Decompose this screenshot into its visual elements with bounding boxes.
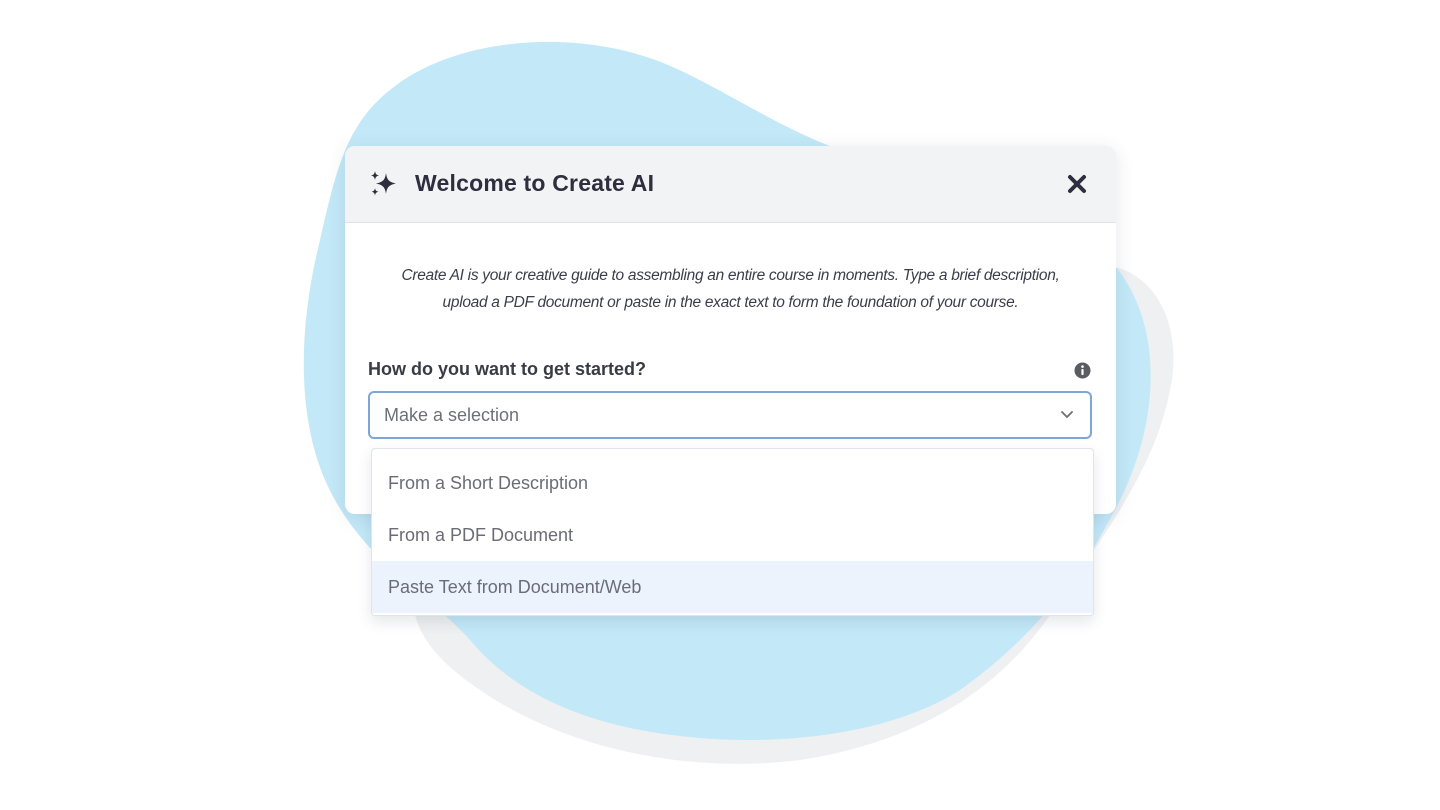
modal-title: Welcome to Create AI (415, 170, 655, 196)
select-dropdown-menu: From a Short Description From a PDF Docu… (371, 448, 1094, 616)
option-paste-text[interactable]: Paste Text from Document/Web (372, 561, 1093, 613)
option-short-description[interactable]: From a Short Description (372, 457, 1093, 509)
select-placeholder: Make a selection (384, 405, 520, 425)
chevron-down-icon (1061, 411, 1073, 418)
sparkles-icon (371, 171, 396, 196)
start-method-select[interactable]: Make a selection (368, 391, 1092, 439)
option-label: From a Short Description (388, 473, 589, 493)
option-pdf-document[interactable]: From a PDF Document (372, 509, 1093, 561)
close-icon[interactable] (1063, 170, 1091, 198)
question-label: How do you want to get started? (368, 359, 646, 379)
stage: Welcome to Create AI Create AI is your c… (0, 0, 1440, 810)
modal-header: Welcome to Create AI (345, 146, 1116, 223)
description-line-1: Create AI is your creative guide to asse… (401, 267, 1060, 284)
modal-description: Create AI is your creative guide to asse… (365, 262, 1096, 316)
description-line-2: upload a PDF document or paste in the ex… (442, 294, 1019, 311)
option-label: From a PDF Document (388, 525, 574, 545)
info-icon[interactable] (1074, 362, 1091, 379)
option-label: Paste Text from Document/Web (388, 577, 642, 597)
